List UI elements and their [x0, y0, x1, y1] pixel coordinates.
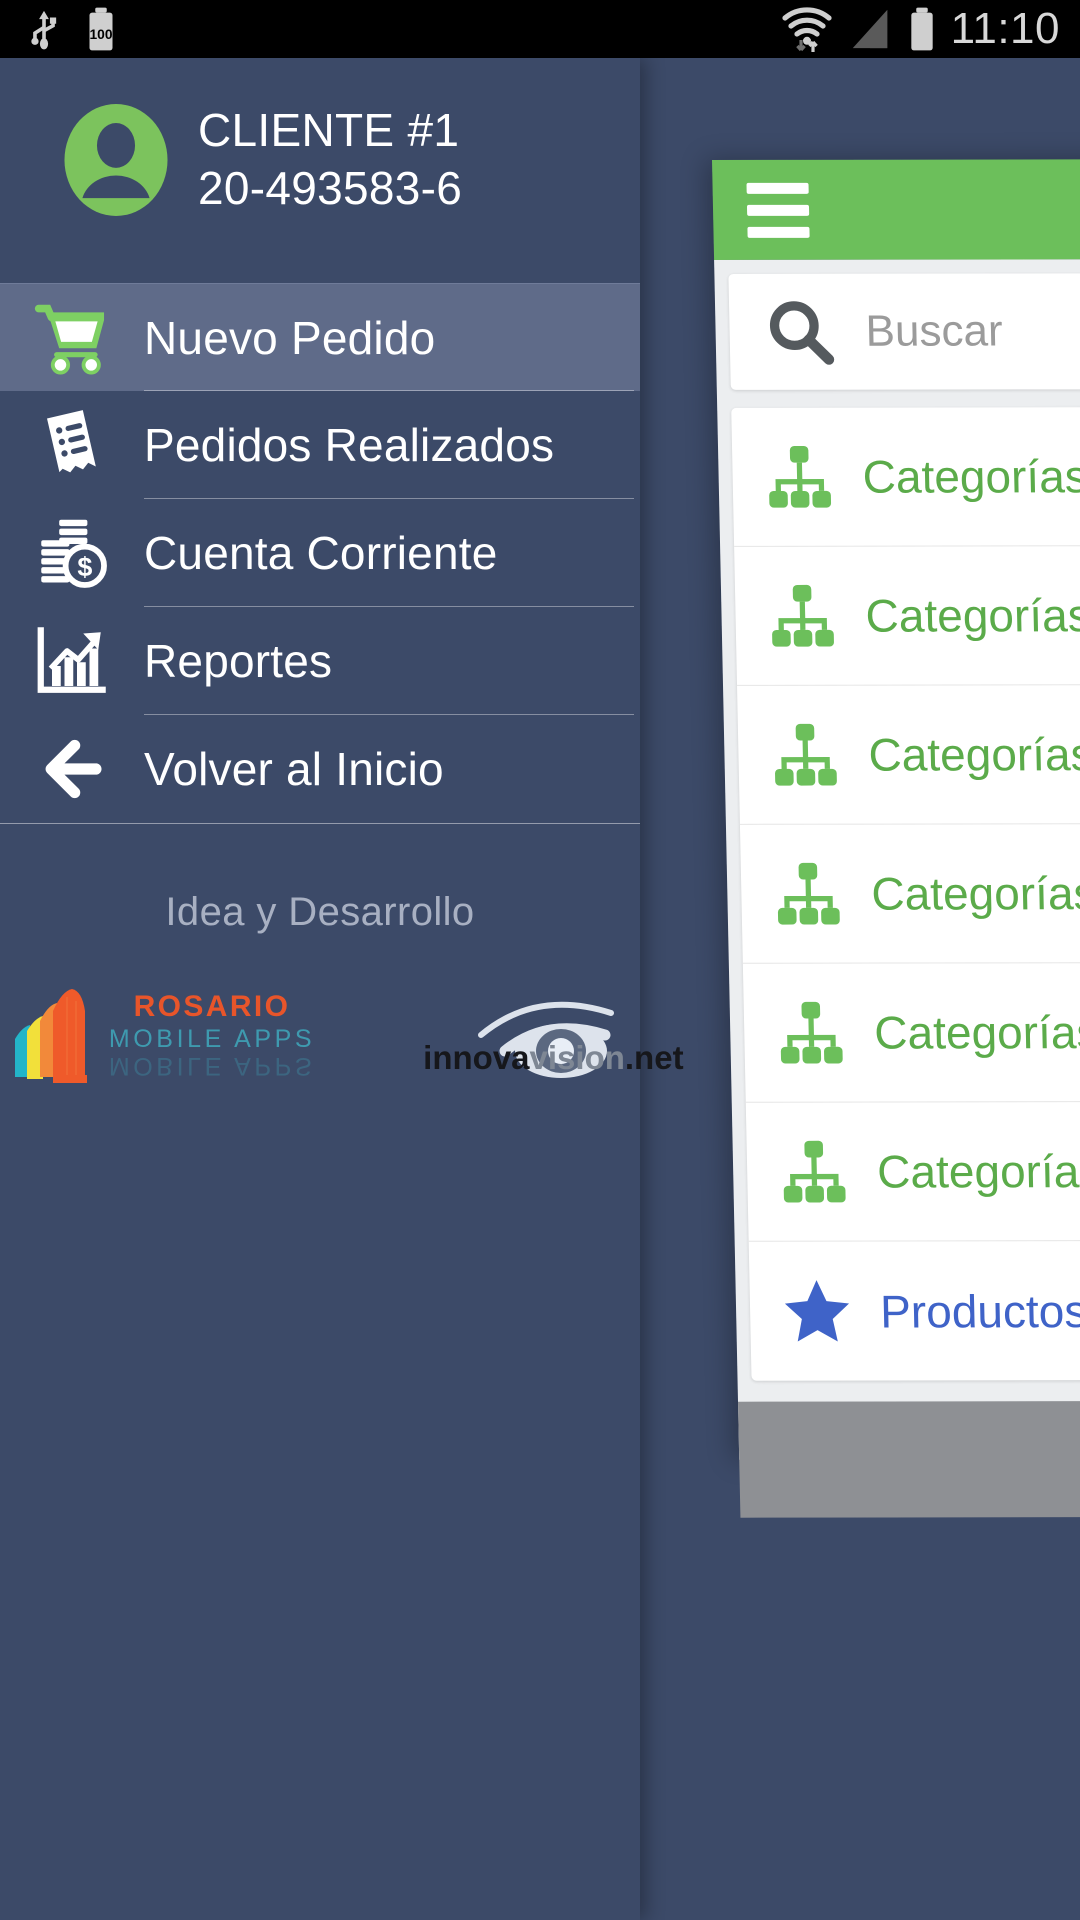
search-bar[interactable]: Buscar — [728, 272, 1080, 390]
list-item-label: Categorías — [865, 589, 1080, 642]
sidebar-item-label: Reportes — [144, 635, 333, 687]
profile-header[interactable]: CLIENTE #1 20-493583-6 — [0, 58, 640, 216]
shopping-cart-icon — [0, 297, 144, 379]
rosario-mobile-apps-logo[interactable]: ROSARIO MOBILE APPS MOBILE APPS — [7, 987, 315, 1083]
receipt-list-icon — [0, 403, 144, 487]
arrow-left-icon — [0, 729, 144, 809]
list-item[interactable]: Categorías — [742, 962, 1080, 1103]
innovavision-wordmark: innovavision.net — [423, 1039, 683, 1077]
rosario-logo-line1: ROSARIO — [133, 990, 291, 1023]
background-content: Buscar Categorías Categorías Categorías … — [714, 259, 1080, 1460]
credits-logos: ROSARIO MOBILE APPS MOBILE APPS innovavi… — [0, 987, 684, 1083]
drawer-menu: Nuevo Pedido Pedidos Realizados $ Cuenta… — [0, 283, 640, 824]
list-item-label: Categorías — [870, 867, 1080, 920]
category-list: Categorías Categorías Categorías Categor… — [731, 406, 1080, 1381]
list-item[interactable]: Categorías — [745, 1101, 1080, 1242]
usb-icon — [31, 10, 57, 50]
status-bar: 100 11:10 — [0, 0, 1080, 58]
sitemap-icon — [780, 1001, 843, 1064]
innova-part1: innova — [423, 1039, 530, 1076]
credits-section: Idea y Desarrollo ROSARIO MOBILE APPS MO… — [0, 890, 684, 1083]
background-main-screen: Buscar Categorías Categorías Categorías … — [712, 159, 1080, 1518]
navigation-drawer: CLIENTE #1 20-493583-6 Nuevo Pedido Pedi… — [0, 58, 684, 1920]
credits-title: Idea y Desarrollo — [165, 890, 475, 934]
battery-level-label: 100 — [89, 27, 112, 42]
app-screen: Buscar Categorías Categorías Categorías … — [0, 0, 1080, 1920]
list-item-label: Categorías — [867, 728, 1080, 781]
divider — [0, 823, 640, 824]
profile-name: CLIENTE #1 — [198, 104, 460, 157]
money-coins-icon: $ — [0, 512, 144, 594]
sitemap-icon — [772, 584, 834, 647]
background-appbar — [712, 159, 1080, 260]
innova-part2: vision — [529, 1039, 625, 1076]
user-avatar-icon — [64, 104, 168, 216]
search-icon — [769, 301, 835, 365]
rosario-logo-line2-reflection: MOBILE APPS — [108, 1052, 316, 1080]
status-bar-left: 100 — [0, 6, 118, 52]
sidebar-item-pedidos-realizados[interactable]: Pedidos Realizados — [0, 391, 640, 499]
profile-id: 20-493583-6 — [198, 162, 463, 214]
search-input-placeholder[interactable]: Buscar — [865, 306, 1003, 356]
sidebar-item-cuenta-corriente[interactable]: $ Cuenta Corriente — [0, 499, 640, 607]
sidebar-item-label: Nuevo Pedido — [144, 311, 436, 364]
wifi-icon — [782, 7, 832, 52]
sitemap-icon — [777, 862, 840, 925]
list-item-label: Categorías — [876, 1145, 1080, 1198]
sitemap-icon — [769, 445, 832, 508]
battery-charging-icon: 100 — [89, 7, 113, 51]
sidebar-item-volver-al-inicio[interactable]: Volver al Inicio — [0, 715, 640, 823]
innovavision-logo[interactable]: innovavision.net — [423, 989, 684, 1081]
sidebar-item-label: Volver al Inicio — [144, 743, 444, 795]
star-icon — [784, 1279, 850, 1342]
list-item[interactable]: Categorías — [739, 823, 1080, 964]
sidebar-item-reportes[interactable]: Reportes — [0, 607, 640, 715]
status-bar-clock: 11:10 — [950, 4, 1060, 53]
sidebar-item-nuevo-pedido[interactable]: Nuevo Pedido — [0, 283, 640, 391]
sidebar-item-label: Cuenta Corriente — [144, 527, 498, 579]
hamburger-menu-icon[interactable] — [746, 182, 810, 238]
list-item[interactable]: Categorías — [737, 684, 1080, 825]
rosario-monument-icon — [14, 989, 87, 1083]
list-item-label: Categorías — [873, 1006, 1080, 1059]
sitemap-icon — [783, 1140, 846, 1203]
battery-icon — [910, 7, 933, 51]
sitemap-icon — [775, 723, 837, 786]
list-item-label: Productos — [879, 1284, 1080, 1337]
svg-text:$: $ — [77, 552, 92, 582]
bar-chart-icon — [0, 621, 144, 701]
list-item[interactable]: Categorías — [734, 545, 1080, 686]
list-item[interactable]: Categorías — [731, 406, 1080, 547]
sidebar-item-label: Pedidos Realizados — [144, 419, 555, 471]
list-item[interactable]: Productos — [749, 1241, 1080, 1381]
status-bar-right: 11:10 — [781, 4, 1080, 54]
list-item-label: Categorías — [862, 450, 1080, 503]
cell-signal-icon — [852, 9, 887, 49]
innova-part3: .net — [624, 1039, 684, 1076]
rosario-logo-line2: MOBILE APPS — [108, 1025, 316, 1053]
background-bottom-bar — [738, 1400, 1080, 1518]
